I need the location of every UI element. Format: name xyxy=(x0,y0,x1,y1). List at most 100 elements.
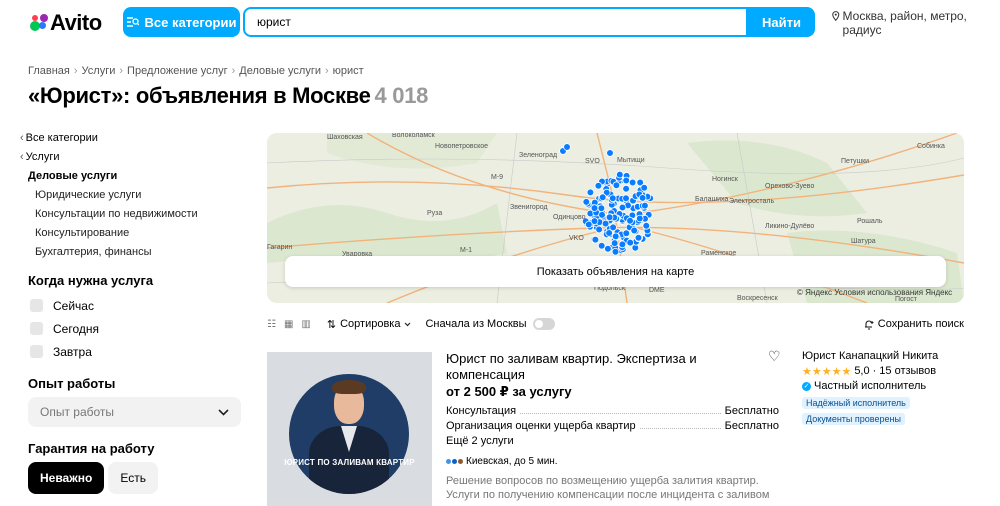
experience-select[interactable]: Опыт работы xyxy=(28,397,241,427)
map-marker[interactable] xyxy=(641,201,649,210)
when-today-checkbox[interactable]: Сегодня xyxy=(20,317,250,340)
map-marker[interactable] xyxy=(606,149,614,157)
map-marker[interactable] xyxy=(605,213,614,221)
map-marker[interactable] xyxy=(634,234,643,242)
map-marker[interactable] xyxy=(590,204,599,212)
listing-title[interactable]: Юрист по заливам квартир. Экспертиза и к… xyxy=(446,351,736,383)
breadcrumb-home[interactable]: Главная xyxy=(28,65,70,77)
chevron-left-icon: ‹ xyxy=(20,131,24,144)
map-marker[interactable] xyxy=(608,194,617,203)
map-marker[interactable] xyxy=(638,194,647,202)
map-label: DME xyxy=(649,287,665,294)
reviews-count: 15 отзывов xyxy=(879,365,937,377)
map-label: SVO xyxy=(585,158,600,165)
seller-info: Юрист Канапацкий Никита ★★★★★ 5,0 · 15 о… xyxy=(802,350,982,425)
map-marker[interactable] xyxy=(626,238,635,247)
map-marker[interactable] xyxy=(586,188,595,197)
map-marker[interactable] xyxy=(612,181,621,189)
moscow-first-toggle[interactable] xyxy=(532,318,555,330)
map-marker[interactable] xyxy=(618,203,627,212)
results-count: 4 018 xyxy=(374,83,429,108)
map-marker[interactable] xyxy=(635,214,644,223)
map-label: Балашиха xyxy=(695,196,728,203)
listing-price: от 2 500 ₽ за услугу xyxy=(446,384,572,399)
map-marker[interactable] xyxy=(628,178,637,187)
logo-dots-icon xyxy=(30,14,48,32)
map-marker[interactable] xyxy=(626,217,634,225)
moscow-first-toggle-row[interactable]: Сначала из Москвы xyxy=(425,318,555,330)
sidebar-item-realty-consulting[interactable]: Консультации по недвижимости xyxy=(20,204,250,223)
show-on-map-button[interactable]: Показать объявления на карте xyxy=(285,256,946,287)
verified-check-icon: ✓ xyxy=(802,381,811,391)
map-marker[interactable] xyxy=(611,248,620,256)
sidebar-link-all-categories[interactable]: ‹ Все категории xyxy=(20,128,250,147)
seller-name[interactable]: Юрист Канапацкий Никита xyxy=(802,350,982,364)
map-marker[interactable] xyxy=(594,181,603,190)
service-name: Организация оценки ущерба квартир xyxy=(446,420,636,432)
map-marker[interactable] xyxy=(642,222,651,230)
avito-logo[interactable]: Avito xyxy=(30,10,102,36)
sidebar-item-accounting[interactable]: Бухгалтерия, финансы xyxy=(20,242,250,261)
guarantee-any-option[interactable]: Неважно xyxy=(28,462,105,494)
sidebar-item-consulting[interactable]: Консультирование xyxy=(20,223,250,242)
sort-dropdown[interactable]: ⇅ Сортировка xyxy=(327,318,412,331)
metro-station: Киевская, до 5 мин. xyxy=(446,456,558,467)
map-marker[interactable] xyxy=(611,232,620,241)
location-selector[interactable]: Москва, район, метро, радиус xyxy=(832,9,982,37)
map-marker[interactable] xyxy=(582,198,591,206)
map-label: Руза xyxy=(427,210,442,217)
map-marker[interactable] xyxy=(584,220,593,229)
map-marker[interactable] xyxy=(622,184,630,193)
map-marker[interactable] xyxy=(563,143,571,151)
search-input[interactable]: юрист xyxy=(243,7,748,37)
guarantee-yes-option[interactable]: Есть xyxy=(108,462,158,494)
sidebar-link-services[interactable]: ‹ Услуги xyxy=(20,147,250,166)
favorite-heart-icon[interactable]: ♡ xyxy=(768,348,781,365)
breadcrumb-services[interactable]: Услуги xyxy=(82,65,116,77)
map-marker[interactable] xyxy=(640,183,649,192)
list-search-icon xyxy=(126,17,139,27)
map-marker[interactable] xyxy=(597,242,606,250)
map-marker[interactable] xyxy=(597,204,606,212)
map-marker[interactable] xyxy=(591,235,600,244)
sidebar-item-legal[interactable]: Юридические услуги xyxy=(20,185,250,204)
map-label: Воскресенск xyxy=(737,295,779,302)
map-marker[interactable] xyxy=(605,229,613,237)
map-marker[interactable] xyxy=(595,225,603,234)
grid-view-icon[interactable]: ▦ xyxy=(284,319,293,330)
map-marker[interactable] xyxy=(622,194,630,202)
when-tomorrow-checkbox[interactable]: Завтра xyxy=(20,340,250,363)
map-copyright[interactable]: © Яндекс Условия использования Яндекс xyxy=(797,288,952,297)
map-view-icon[interactable]: ▥ xyxy=(301,319,310,330)
breadcrumb-business-services[interactable]: Деловые услуги xyxy=(239,65,321,77)
sidebar-link-label: Услуги xyxy=(25,150,60,163)
all-categories-button[interactable]: Все категории xyxy=(123,7,240,37)
map-marker[interactable] xyxy=(604,244,612,253)
map-marker[interactable] xyxy=(610,239,619,247)
map-marker[interactable] xyxy=(615,170,624,179)
map-marker[interactable] xyxy=(622,229,631,238)
map-marker[interactable] xyxy=(630,226,639,235)
listing-photo[interactable]: ЮРИСТ ПО ЗАЛИВАМ КВАРТИР xyxy=(267,352,432,506)
map-marker[interactable] xyxy=(598,211,606,219)
map-marker[interactable] xyxy=(622,176,631,185)
chevron-left-icon: ‹ xyxy=(20,150,24,163)
experience-heading: Опыт работы xyxy=(28,376,116,391)
save-search-button[interactable]: Сохранить поиск xyxy=(864,318,964,330)
map-label: VKO xyxy=(569,235,584,242)
list-view-icon[interactable]: ☷ xyxy=(267,319,276,330)
map-marker[interactable] xyxy=(618,240,627,249)
seller-type: ✓ Частный исполнитель xyxy=(802,379,982,393)
find-button[interactable]: Найти xyxy=(748,7,815,37)
checkbox-box xyxy=(30,322,43,335)
map-label: Одинцово xyxy=(553,214,586,221)
breadcrumb-service-offers[interactable]: Предложение услуг xyxy=(127,65,228,77)
guarantee-heading: Гарантия на работу xyxy=(28,441,155,456)
seller-rating[interactable]: ★★★★★ 5,0 · 15 отзывов xyxy=(802,364,982,378)
save-search-label: Сохранить поиск xyxy=(877,318,964,330)
when-now-checkbox[interactable]: Сейчас xyxy=(20,294,250,317)
map-marker[interactable] xyxy=(598,193,607,201)
more-services-link[interactable]: Ещё 2 услуги xyxy=(446,435,514,447)
service-row: Организация оценки ущерба квартир Бесплат… xyxy=(446,420,779,432)
map-label: Звенигород xyxy=(510,204,548,211)
